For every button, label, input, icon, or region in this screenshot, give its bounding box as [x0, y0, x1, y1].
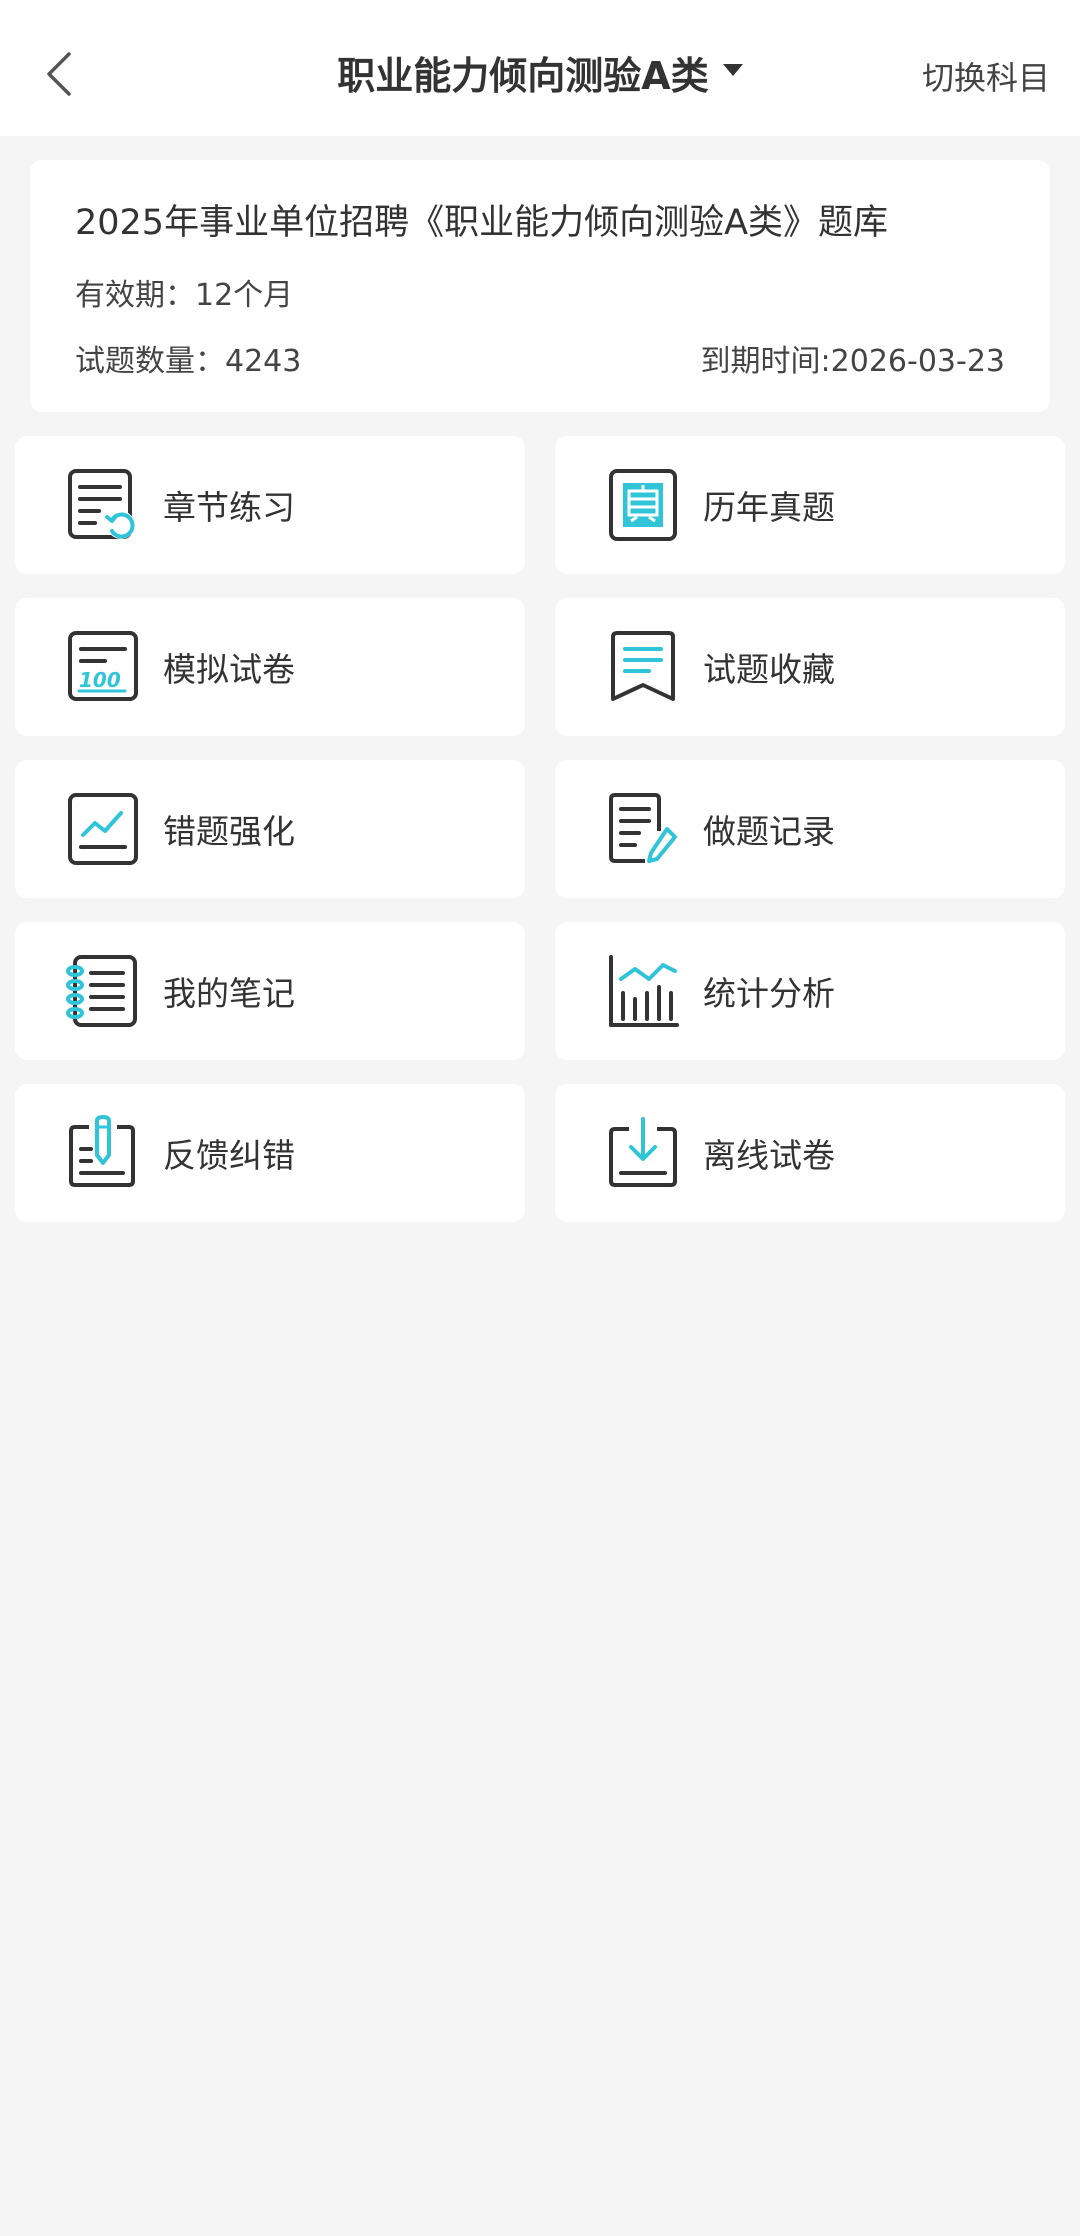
menu-item-label: 模拟试卷: [163, 650, 295, 689]
menu-item-chapter-practice[interactable]: 章节练习: [15, 436, 525, 574]
wrong-question-icon: [65, 791, 141, 867]
page-title: 职业能力倾向测验A类: [337, 53, 709, 98]
menu-item-statistics[interactable]: 统计分析: [555, 922, 1065, 1060]
menu-item-feedback[interactable]: 反馈纠错: [15, 1084, 525, 1222]
menu-item-label: 章节练习: [163, 488, 295, 527]
mock-exam-icon: 100: [65, 629, 141, 705]
menu-item-label: 试题收藏: [703, 650, 835, 689]
menu-item-mock-exam[interactable]: 100 模拟试卷: [15, 598, 525, 736]
feedback-icon: [65, 1115, 141, 1191]
menu-item-my-notes[interactable]: 我的笔记: [15, 922, 525, 1060]
menu-item-label: 我的笔记: [163, 974, 295, 1013]
practice-record-icon: [605, 791, 681, 867]
menu-item-past-exam[interactable]: 历年真题: [555, 436, 1065, 574]
notes-icon: [65, 953, 141, 1029]
menu-item-label: 历年真题: [703, 488, 835, 527]
past-exam-icon: [605, 467, 681, 543]
menu-item-label: 统计分析: [703, 974, 835, 1013]
menu-item-practice-record[interactable]: 做题记录: [555, 760, 1065, 898]
question-count: 试题数量：4243: [75, 344, 302, 379]
switch-subject-button[interactable]: 切换科目: [922, 48, 1050, 104]
expiry-date: 到期时间:2026-03-23: [700, 344, 1005, 379]
menu-item-wrong-questions[interactable]: 错题强化: [15, 760, 525, 898]
menu-item-label: 做题记录: [703, 812, 835, 851]
subject-selector[interactable]: 职业能力倾向测验A类: [0, 40, 1080, 104]
statistics-icon: [605, 953, 681, 1029]
caret-down-icon: [722, 64, 743, 76]
question-bank-title: 2025年事业单位招聘《职业能力倾向测验A类》题库: [75, 203, 889, 243]
menu-item-favorites[interactable]: 试题收藏: [555, 598, 1065, 736]
top-bar: 职业能力倾向测验A类 切换科目: [0, 0, 1080, 136]
menu-item-offline-exam[interactable]: 离线试卷: [555, 1084, 1065, 1222]
chapter-practice-icon: [65, 467, 141, 543]
question-bank-info-card: 2025年事业单位招聘《职业能力倾向测验A类》题库 有效期：12个月 试题数量：…: [30, 160, 1050, 412]
svg-text:100: 100: [79, 668, 121, 692]
menu-item-label: 错题强化: [163, 812, 295, 851]
menu-item-label: 离线试卷: [703, 1136, 835, 1175]
validity-period: 有效期：12个月: [75, 278, 294, 313]
menu-item-label: 反馈纠错: [163, 1136, 295, 1175]
favorites-icon: [605, 629, 681, 705]
offline-download-icon: [605, 1115, 681, 1191]
